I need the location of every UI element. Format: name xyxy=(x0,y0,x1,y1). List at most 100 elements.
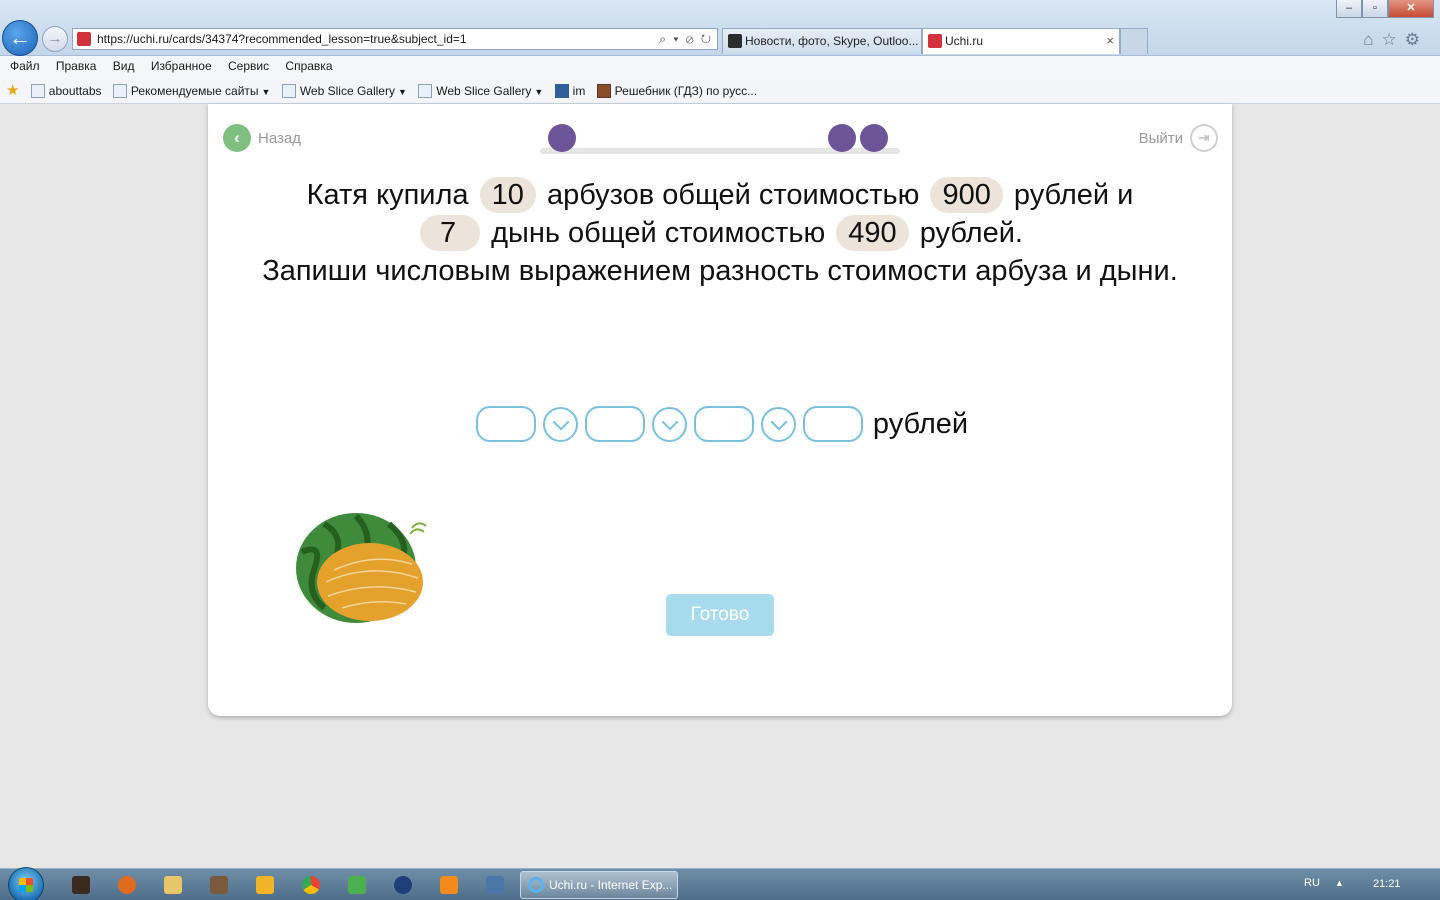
melon-cost-pill: 490 xyxy=(836,215,909,251)
gear-icon[interactable]: ⚙ xyxy=(1405,30,1428,49)
app-icon-a[interactable] xyxy=(348,876,366,894)
app-icon-game[interactable] xyxy=(210,876,228,894)
answer-input-3[interactable] xyxy=(693,406,754,442)
home-icon[interactable]: ⌂ xyxy=(1363,30,1381,49)
address-url: https://uchi.ru/cards/34374?recommended_… xyxy=(97,32,467,46)
fav-item-webslice-1[interactable]: Web Slice Gallery ▼ xyxy=(281,79,407,105)
task-text-fragment: дынь общей стоимостью xyxy=(491,217,826,249)
page-icon xyxy=(30,84,45,98)
progress-dot xyxy=(828,124,856,152)
folder-icon[interactable] xyxy=(164,876,182,894)
app-icon-film[interactable] xyxy=(72,876,90,894)
new-tab-button[interactable] xyxy=(1120,28,1148,54)
browser-titlebar: ← → https://uchi.ru/cards/34374?recommen… xyxy=(0,0,1440,56)
window-controls: – ▫ ✕ xyxy=(1336,0,1434,18)
app-icon-globe[interactable] xyxy=(394,876,412,894)
operator-dropdown-3[interactable] xyxy=(760,406,796,442)
fav-label: Рекомендуемые сайты xyxy=(130,84,259,98)
fav-item-suggested[interactable]: Рекомендуемые сайты ▼ xyxy=(112,79,271,105)
chevron-down-icon: ▼ xyxy=(261,87,271,97)
menu-file[interactable]: Файл xyxy=(10,56,40,76)
tray-expand-icon[interactable]: ▲ xyxy=(1335,878,1344,888)
task-text-fragment: Катя купила xyxy=(306,179,469,211)
back-label: Назад xyxy=(258,129,301,147)
task-text-fragment: рублей и xyxy=(1013,179,1134,211)
language-indicator[interactable]: RU xyxy=(1304,877,1320,889)
chevron-down-icon: ▼ xyxy=(534,87,544,97)
done-button[interactable]: Готово xyxy=(666,594,774,636)
fav-label: Решебник (ГДЗ) по русс... xyxy=(614,84,758,98)
fav-item-abouttabs[interactable]: abouttabs xyxy=(30,79,102,104)
tab-favicon xyxy=(928,34,942,48)
odnoklassniki-icon[interactable] xyxy=(440,876,458,894)
close-icon[interactable]: ✕ xyxy=(1388,0,1434,18)
chevron-down-icon: ▼ xyxy=(397,87,407,97)
answer-expression: рублей xyxy=(208,406,1232,442)
minimize-icon[interactable]: – xyxy=(1336,0,1362,18)
fav-item-im[interactable]: im xyxy=(554,79,586,104)
favorites-star-icon[interactable]: ☆ xyxy=(1382,30,1405,49)
site-favicon xyxy=(77,32,91,46)
task-text-fragment: арбузов общей стоимостью xyxy=(546,179,920,211)
chevron-left-icon: ‹ xyxy=(223,124,251,152)
start-orb-icon[interactable] xyxy=(8,867,44,900)
favorites-bar: ★ abouttabs Рекомендуемые сайты ▼ Web Sli… xyxy=(0,78,1440,104)
menu-tools[interactable]: Сервис xyxy=(228,56,269,76)
page-icon xyxy=(281,84,296,98)
fav-item-reshebnik[interactable]: Решебник (ГДЗ) по русс... xyxy=(596,79,758,104)
menu-help[interactable]: Справка xyxy=(285,56,332,76)
fav-label: abouttabs xyxy=(48,84,102,98)
fav-label: im xyxy=(572,84,586,98)
page-icon xyxy=(112,84,127,98)
menu-bar: Файл Правка Вид Избранное Сервис Справка xyxy=(0,56,1440,78)
chat-icon xyxy=(554,84,569,98)
back-button[interactable]: ‹ Назад xyxy=(223,124,301,152)
page-icon xyxy=(418,84,433,98)
taskbar-window-title: Uchi.ru - Internet Exp... xyxy=(549,878,673,892)
progress-dot xyxy=(860,124,888,152)
tab-news[interactable]: Новости, фото, Skype, Outloo... xyxy=(722,28,922,54)
chrome-icon[interactable] xyxy=(302,876,320,894)
favorites-star-icon[interactable]: ★ xyxy=(6,82,19,99)
tab-title: Новости, фото, Skype, Outloo... xyxy=(745,34,919,48)
answer-input-1[interactable] xyxy=(475,406,536,442)
operator-dropdown-1[interactable] xyxy=(542,406,578,442)
forward-nav-button[interactable]: → xyxy=(42,26,68,52)
fav-item-webslice-2[interactable]: Web Slice Gallery ▼ xyxy=(418,79,543,105)
exit-icon: ⇥ xyxy=(1190,124,1218,152)
melon-count-pill: 7 xyxy=(420,215,481,251)
vk-icon[interactable] xyxy=(486,876,504,894)
media-player-icon[interactable] xyxy=(256,876,274,894)
menu-edit[interactable]: Правка xyxy=(56,56,97,76)
close-tab-icon[interactable]: × xyxy=(1106,29,1114,53)
tab-title: Uchi.ru xyxy=(945,34,984,48)
owl-icon xyxy=(596,84,611,98)
tab-favicon xyxy=(728,34,742,48)
answer-input-2[interactable] xyxy=(584,406,645,442)
tab-uchi[interactable]: Uchi.ru × xyxy=(922,28,1120,54)
answer-unit: рублей xyxy=(872,407,969,440)
task-line-2: 7 дынь общей стоимостью 490 рублей. xyxy=(208,214,1232,252)
taskbar: Uchi.ru - Internet Exp... RU ▲ 21:21 xyxy=(0,867,1440,900)
exit-label: Выйти xyxy=(1138,129,1183,147)
address-bar[interactable]: https://uchi.ru/cards/34374?recommended_… xyxy=(72,28,718,50)
clock[interactable]: 21:21 xyxy=(1373,878,1401,890)
exit-button[interactable]: Выйти ⇥ xyxy=(1139,124,1218,152)
back-nav-button[interactable]: ← xyxy=(2,20,38,56)
address-bar-icons[interactable]: ⌕ ▾ ⊘ ↻ xyxy=(659,29,713,49)
watermelon-melon-illustration xyxy=(296,513,427,623)
operator-dropdown-2[interactable] xyxy=(651,406,687,442)
watermelon-cost-pill: 900 xyxy=(930,177,1003,213)
toolbar-right-icons: ⌂☆⚙ xyxy=(1363,30,1428,50)
ie-icon xyxy=(528,877,544,893)
lesson-card: ‹ Назад Выйти ⇥ Катя купила 10 арбузов о… xyxy=(208,104,1232,716)
menu-favorites[interactable]: Избранное xyxy=(151,56,212,76)
task-line-1: Катя купила 10 арбузов общей стоимостью … xyxy=(208,176,1232,214)
menu-view[interactable]: Вид xyxy=(113,56,135,76)
fav-label: Web Slice Gallery xyxy=(436,84,532,98)
firefox-icon[interactable] xyxy=(118,876,136,894)
task-instruction: Запиши числовым выражением разность стои… xyxy=(262,255,1178,287)
taskbar-active-window[interactable]: Uchi.ru - Internet Exp... xyxy=(520,871,678,899)
maximize-icon[interactable]: ▫ xyxy=(1362,0,1388,18)
answer-input-4[interactable] xyxy=(802,406,863,442)
